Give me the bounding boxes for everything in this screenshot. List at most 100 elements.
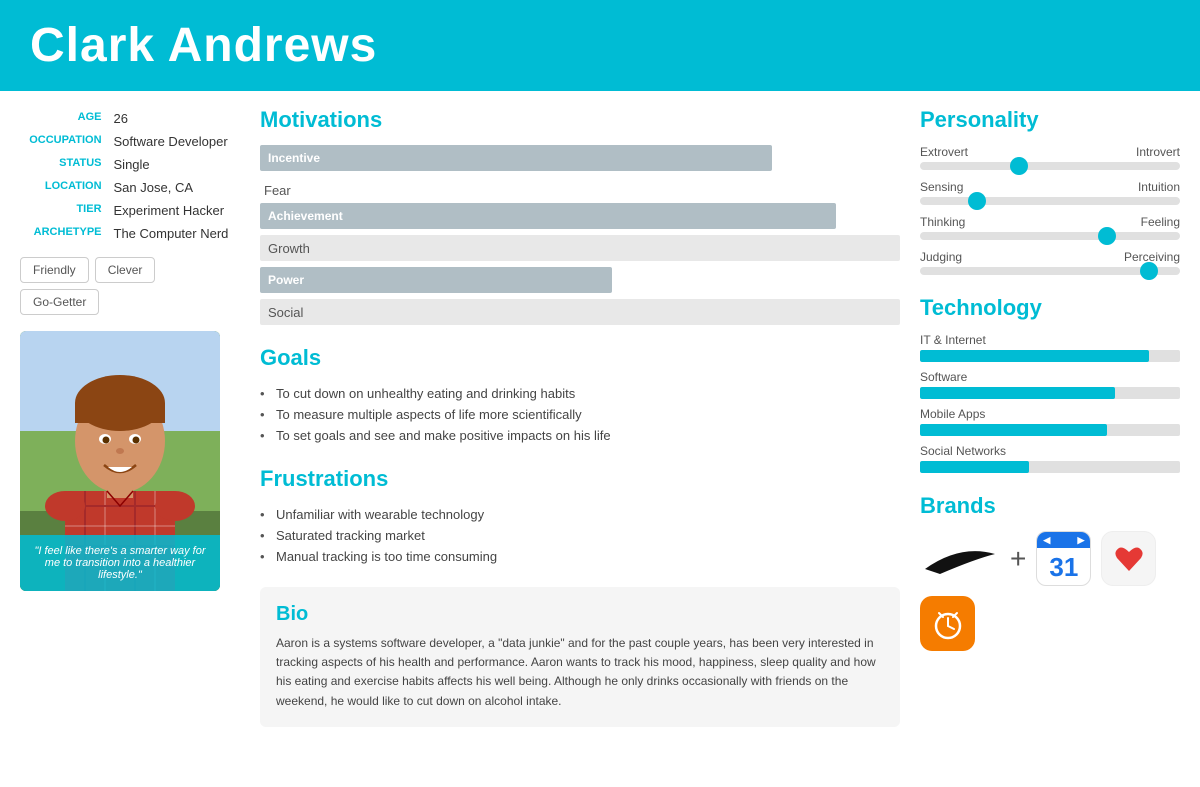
- profile-tier-row: TIER Experiment Hacker: [20, 199, 240, 222]
- personality-thumb-si: [968, 192, 986, 210]
- occupation-label: OCCUPATION: [20, 130, 110, 153]
- archetype-value: The Computer Nerd: [110, 222, 240, 245]
- motivation-social: Social: [260, 299, 900, 325]
- tech-fill-mobile: [920, 424, 1107, 436]
- personality-title: Personality: [920, 107, 1180, 133]
- motivation-growth: Growth: [260, 235, 900, 261]
- tech-label-it: IT & Internet: [920, 333, 1180, 347]
- goal-item: To measure multiple aspects of life more…: [260, 404, 900, 425]
- trait-friendly: Friendly: [20, 257, 89, 283]
- personality-label-sensing: Sensing: [920, 180, 963, 194]
- frustration-item: Manual tracking is too time consuming: [260, 546, 900, 567]
- personality-row-tf: Thinking Feeling: [920, 215, 1180, 240]
- tech-label-software: Software: [920, 370, 1180, 384]
- location-label: LOCATION: [20, 176, 110, 199]
- personality-label-judging: Judging: [920, 250, 962, 264]
- main-content: AGE 26 OCCUPATION Software Developer STA…: [0, 91, 1200, 743]
- brand-alarm-icon: [920, 596, 975, 651]
- profile-location-row: LOCATION San Jose, CA: [20, 176, 240, 199]
- tech-fill-social: [920, 461, 1029, 473]
- age-label: AGE: [20, 107, 110, 130]
- personality-thumb-ei: [1010, 157, 1028, 175]
- frustrations-list: Unfamiliar with wearable technology Satu…: [260, 504, 900, 567]
- photo-caption: "I feel like there's a smarter way for m…: [20, 535, 220, 591]
- bio-title: Bio: [276, 603, 884, 626]
- personality-thumb-jp: [1140, 262, 1158, 280]
- tech-fill-it: [920, 350, 1149, 362]
- tier-value: Experiment Hacker: [110, 199, 240, 222]
- tech-item-mobile: Mobile Apps: [920, 407, 1180, 436]
- location-value: San Jose, CA: [110, 176, 240, 199]
- personality-thumb-tf: [1098, 227, 1116, 245]
- motivation-fear: Fear: [260, 177, 900, 203]
- bio-text: Aaron is a systems software developer, a…: [276, 634, 884, 711]
- middle-column: Motivations Incentive Fear Achievement: [260, 107, 900, 727]
- goals-list: To cut down on unhealthy eating and drin…: [260, 383, 900, 446]
- brands-title: Brands: [920, 493, 1180, 519]
- frustrations-title: Frustrations: [260, 466, 900, 492]
- tech-label-mobile: Mobile Apps: [920, 407, 1180, 421]
- motivations-section: Motivations Incentive Fear Achievement: [260, 107, 900, 325]
- tech-track-mobile: [920, 424, 1180, 436]
- profile-status-row: STATUS Single: [20, 153, 240, 176]
- technology-title: Technology: [920, 295, 1180, 321]
- tech-fill-software: [920, 387, 1115, 399]
- frustration-item: Unfamiliar with wearable technology: [260, 504, 900, 525]
- goals-section: Goals To cut down on unhealthy eating an…: [260, 345, 900, 446]
- tech-track-software: [920, 387, 1180, 399]
- goals-title: Goals: [260, 345, 900, 371]
- tech-track-it: [920, 350, 1180, 362]
- age-value: 26: [110, 107, 240, 130]
- brands-section: Brands + ◀ ▶ 31: [920, 493, 1180, 651]
- personality-track-si: [920, 197, 1180, 205]
- profile-photo: "I feel like there's a smarter way for m…: [20, 331, 220, 591]
- personality-track-ei: [920, 162, 1180, 170]
- personality-row-ei: Extrovert Introvert: [920, 145, 1180, 170]
- motivation-incentive: Incentive: [260, 145, 900, 171]
- personality-label-extrovert: Extrovert: [920, 145, 968, 159]
- technology-section: Technology IT & Internet Software Mobile…: [920, 295, 1180, 473]
- trait-gogetter: Go-Getter: [20, 289, 99, 315]
- occupation-value: Software Developer: [110, 130, 240, 153]
- motivation-achievement: Achievement: [260, 203, 900, 229]
- tech-item-it: IT & Internet: [920, 333, 1180, 362]
- profile-archetype-row: ARCHETYPE The Computer Nerd: [20, 222, 240, 245]
- personality-label-introvert: Introvert: [1136, 145, 1180, 159]
- left-column: AGE 26 OCCUPATION Software Developer STA…: [20, 107, 240, 727]
- personality-label-intuition: Intuition: [1138, 180, 1180, 194]
- bio-section: Bio Aaron is a systems software develope…: [260, 587, 900, 727]
- frustrations-section: Frustrations Unfamiliar with wearable te…: [260, 466, 900, 567]
- motivations-bars: Incentive Fear Achievement Growth: [260, 145, 900, 325]
- personality-label-feeling: Feeling: [1141, 215, 1180, 229]
- brand-health-icon: [1101, 531, 1156, 586]
- trait-clever: Clever: [95, 257, 156, 283]
- frustration-item: Saturated tracking market: [260, 525, 900, 546]
- goal-item: To cut down on unhealthy eating and drin…: [260, 383, 900, 404]
- goal-item: To set goals and see and make positive i…: [260, 425, 900, 446]
- personality-track-jp: [920, 267, 1180, 275]
- brand-calendar-icon: ◀ ▶ 31: [1036, 531, 1091, 586]
- tech-item-software: Software: [920, 370, 1180, 399]
- tech-label-social: Social Networks: [920, 444, 1180, 458]
- personality-label-thinking: Thinking: [920, 215, 965, 229]
- motivation-power: Power: [260, 267, 900, 293]
- traits-list: Friendly Clever Go-Getter: [20, 257, 240, 315]
- archetype-label: ARCHETYPE: [20, 222, 110, 245]
- header: Clark Andrews: [0, 0, 1200, 91]
- brand-nike-icon: [920, 539, 1000, 579]
- status-value: Single: [110, 153, 240, 176]
- personality-section: Personality Extrovert Introvert Sensing …: [920, 107, 1180, 275]
- right-column: Personality Extrovert Introvert Sensing …: [920, 107, 1180, 727]
- motivations-title: Motivations: [260, 107, 900, 133]
- page-title: Clark Andrews: [30, 18, 1170, 73]
- personality-row-jp: Judging Perceiving: [920, 250, 1180, 275]
- personality-track-tf: [920, 232, 1180, 240]
- tech-track-social: [920, 461, 1180, 473]
- personality-row-si: Sensing Intuition: [920, 180, 1180, 205]
- profile-info: AGE 26 OCCUPATION Software Developer STA…: [20, 107, 240, 245]
- profile-age-row: AGE 26: [20, 107, 240, 130]
- status-label: STATUS: [20, 153, 110, 176]
- profile-occupation-row: OCCUPATION Software Developer: [20, 130, 240, 153]
- tech-item-social: Social Networks: [920, 444, 1180, 473]
- tier-label: TIER: [20, 199, 110, 222]
